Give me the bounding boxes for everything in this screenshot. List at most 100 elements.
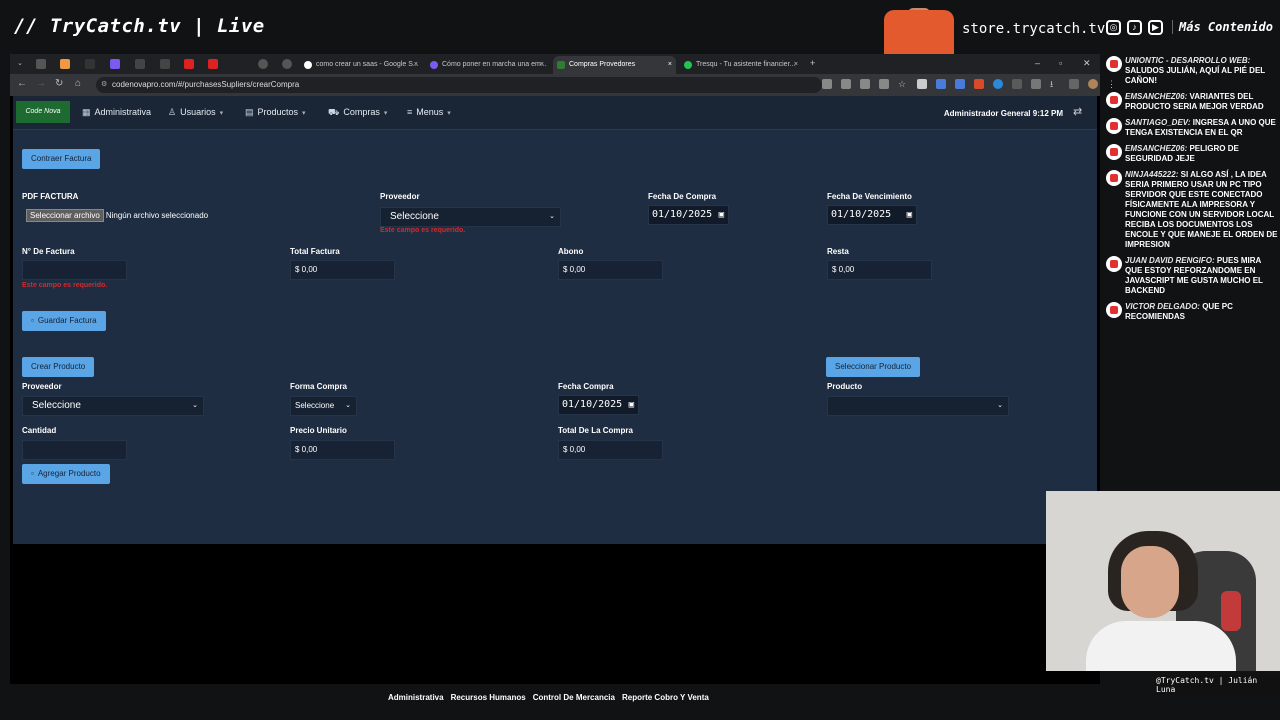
site-info-icon[interactable]: ⚙ (101, 77, 107, 93)
extension-icon[interactable] (860, 79, 870, 89)
url-bar[interactable]: ⚙ codenovapro.com/#/purchasesSupliers/cr… (96, 77, 822, 93)
extension-icon[interactable] (993, 79, 1003, 89)
minimize-icon[interactable]: – (1035, 58, 1040, 68)
instagram-icon: ◎ (1106, 20, 1121, 35)
save-icon: ▫ (31, 469, 34, 478)
extension-icon[interactable] (1012, 79, 1022, 89)
collapse-invoice-button[interactable]: Contraer Factura (22, 149, 101, 169)
date-value: 01/10/2025 (652, 209, 713, 220)
extension-icons: ☆ ⭳ ⋮ (822, 79, 1117, 89)
extension-icon[interactable] (1031, 79, 1041, 89)
extension-icon[interactable] (917, 79, 927, 89)
home-icon[interactable]: ⌂ (75, 78, 81, 89)
forward-icon[interactable]: → (36, 78, 46, 89)
nav-administrativa[interactable]: ▦ Administrativa (82, 107, 151, 118)
pinned-tab-icon[interactable] (282, 59, 292, 69)
invoice-number-label: N° De Factura (22, 247, 75, 256)
tab-tresqu[interactable]: Tresqu - Tu asistente financier... × (680, 56, 802, 74)
payment-input[interactable]: $ 0,00 (558, 260, 663, 280)
download-icon[interactable]: ⭳ (1050, 79, 1060, 89)
calendar-icon[interactable]: ▣ (719, 206, 724, 224)
back-icon[interactable]: ← (17, 78, 27, 89)
top-navbar: Code Nova ▦ Administrativa ♙ Usuarios ▾ ▤ Pr… (13, 96, 1097, 130)
pinned-tab-icon[interactable] (85, 59, 95, 69)
bookmark-star-icon[interactable]: ☆ (898, 79, 908, 89)
pinned-tab-icon[interactable] (160, 59, 170, 69)
nav-label: Compras (343, 107, 380, 117)
extension-icon[interactable] (822, 79, 832, 89)
restore-icon[interactable]: ▫ (1059, 58, 1062, 68)
close-window-icon[interactable]: ✕ (1083, 58, 1091, 69)
extension-icon[interactable] (955, 79, 965, 89)
add-product-button[interactable]: ▫ Agregar Producto (22, 464, 110, 484)
extension-icon[interactable] (841, 79, 851, 89)
product-select[interactable]: ⌄ (827, 396, 1009, 416)
calendar-icon[interactable]: ▣ (907, 206, 912, 224)
purchase-total-input[interactable]: $ 0,00 (558, 440, 663, 460)
balance-input[interactable]: $ 0,00 (827, 260, 932, 280)
pinned-tab-icon[interactable] (208, 59, 218, 69)
create-product-button[interactable]: Crear Producto (22, 357, 95, 377)
browser-window: ⌄ como crear un saas - Google S... × Cóm… (10, 54, 1116, 702)
close-tab-icon[interactable]: × (668, 56, 672, 74)
more-content-label: Más Contenido (1172, 20, 1273, 34)
extension-icon[interactable] (936, 79, 946, 89)
pdf-file-input[interactable]: Seleccionar archivo Ningún archivo selecc… (26, 209, 208, 222)
select-value: Seleccione (390, 211, 439, 222)
pinned-tab-icon[interactable] (135, 59, 145, 69)
pinned-tab-icon[interactable] (184, 59, 194, 69)
nav-compras[interactable]: ⛟ Compras ▾ (328, 107, 387, 119)
purchase-total-label: Total De La Compra (558, 426, 633, 435)
youtube-icon (1106, 118, 1122, 134)
pinned-tab-icon[interactable] (60, 59, 70, 69)
footer-link-administrativa[interactable]: Administrativa (388, 693, 444, 702)
purchase-date-label: Fecha De Compra (648, 192, 717, 201)
invoice-number-input[interactable] (22, 260, 127, 280)
supplier-select[interactable]: Seleccione ⌄ (380, 207, 561, 227)
tab-compras-provedores[interactable]: Compras Provedores × (553, 56, 676, 74)
date-value: 01/10/2025 (562, 399, 623, 410)
choose-file-button[interactable]: Seleccionar archivo (26, 209, 104, 222)
extension-icon[interactable] (974, 79, 984, 89)
app-logo[interactable]: Code Nova (16, 101, 70, 123)
pinned-tab-icon[interactable] (258, 59, 268, 69)
due-date-input[interactable]: 01/10/2025 ▣ (827, 205, 917, 225)
reload-icon[interactable]: ↻ (55, 78, 63, 89)
save-invoice-button[interactable]: ▫ Guardar Factura (22, 311, 106, 331)
close-tab-icon[interactable]: × (540, 56, 544, 74)
cart-icon: ⛟ (328, 107, 340, 117)
extension-icon[interactable] (1069, 79, 1079, 89)
select-product-button[interactable]: Seleccionar Producto (826, 357, 921, 377)
purchase-method-select[interactable]: Seleccione ⌄ (290, 396, 357, 416)
tab-google-search[interactable]: como crear un saas - Google S... × (300, 56, 422, 74)
user-menu-icon[interactable]: ⇄ (1073, 105, 1089, 119)
purchase-date-input[interactable]: 01/10/2025 ▣ (648, 205, 729, 225)
purchase-method-label: Forma Compra (290, 382, 347, 391)
nav-productos[interactable]: ▤ Productos ▾ (245, 107, 306, 118)
calendar-icon[interactable]: ▣ (629, 396, 634, 414)
quantity-input[interactable] (22, 440, 127, 460)
close-tab-icon[interactable]: × (414, 56, 418, 74)
nav-menus[interactable]: ≡ Menus ▾ (407, 107, 451, 117)
tab-search-icon[interactable]: ⌄ (15, 59, 25, 69)
product-supplier-select[interactable]: Seleccione ⌄ (22, 396, 204, 416)
footer-link-control-mercancia[interactable]: Control De Mercancia (533, 693, 615, 702)
invoice-total-input[interactable]: $ 0,00 (290, 260, 395, 280)
pinned-tab-icon[interactable] (110, 59, 120, 69)
new-tab-icon[interactable]: + (810, 58, 815, 68)
chevron-down-icon: ⌄ (345, 402, 351, 409)
product-date-input[interactable]: 01/10/2025 ▣ (558, 395, 639, 415)
pdf-invoice-label: PDF FACTURA (22, 192, 79, 201)
nav-usuarios[interactable]: ♙ Usuarios ▾ (168, 107, 223, 118)
close-tab-icon[interactable]: × (794, 56, 798, 74)
chat-message: UNIONTIC - DESARROLLO WEB: SALUDOS JULIÁ… (1104, 56, 1280, 86)
chat-message: VICTOR DELGADO: QUE PC RECOMIENDAS (1104, 302, 1280, 322)
tiktok-icon: ♪ (1127, 20, 1142, 35)
tab-company-article[interactable]: Cómo poner en marcha una em... × (426, 56, 548, 74)
profile-avatar[interactable] (1088, 79, 1098, 89)
pinned-tab-icon[interactable] (36, 59, 46, 69)
footer-link-recursos-humanos[interactable]: Recursos Humanos (451, 693, 526, 702)
unit-price-input[interactable]: $ 0,00 (290, 440, 395, 460)
extension-icon[interactable] (879, 79, 889, 89)
footer-link-reporte-cobro-venta[interactable]: Reporte Cobro Y Venta (622, 693, 709, 702)
